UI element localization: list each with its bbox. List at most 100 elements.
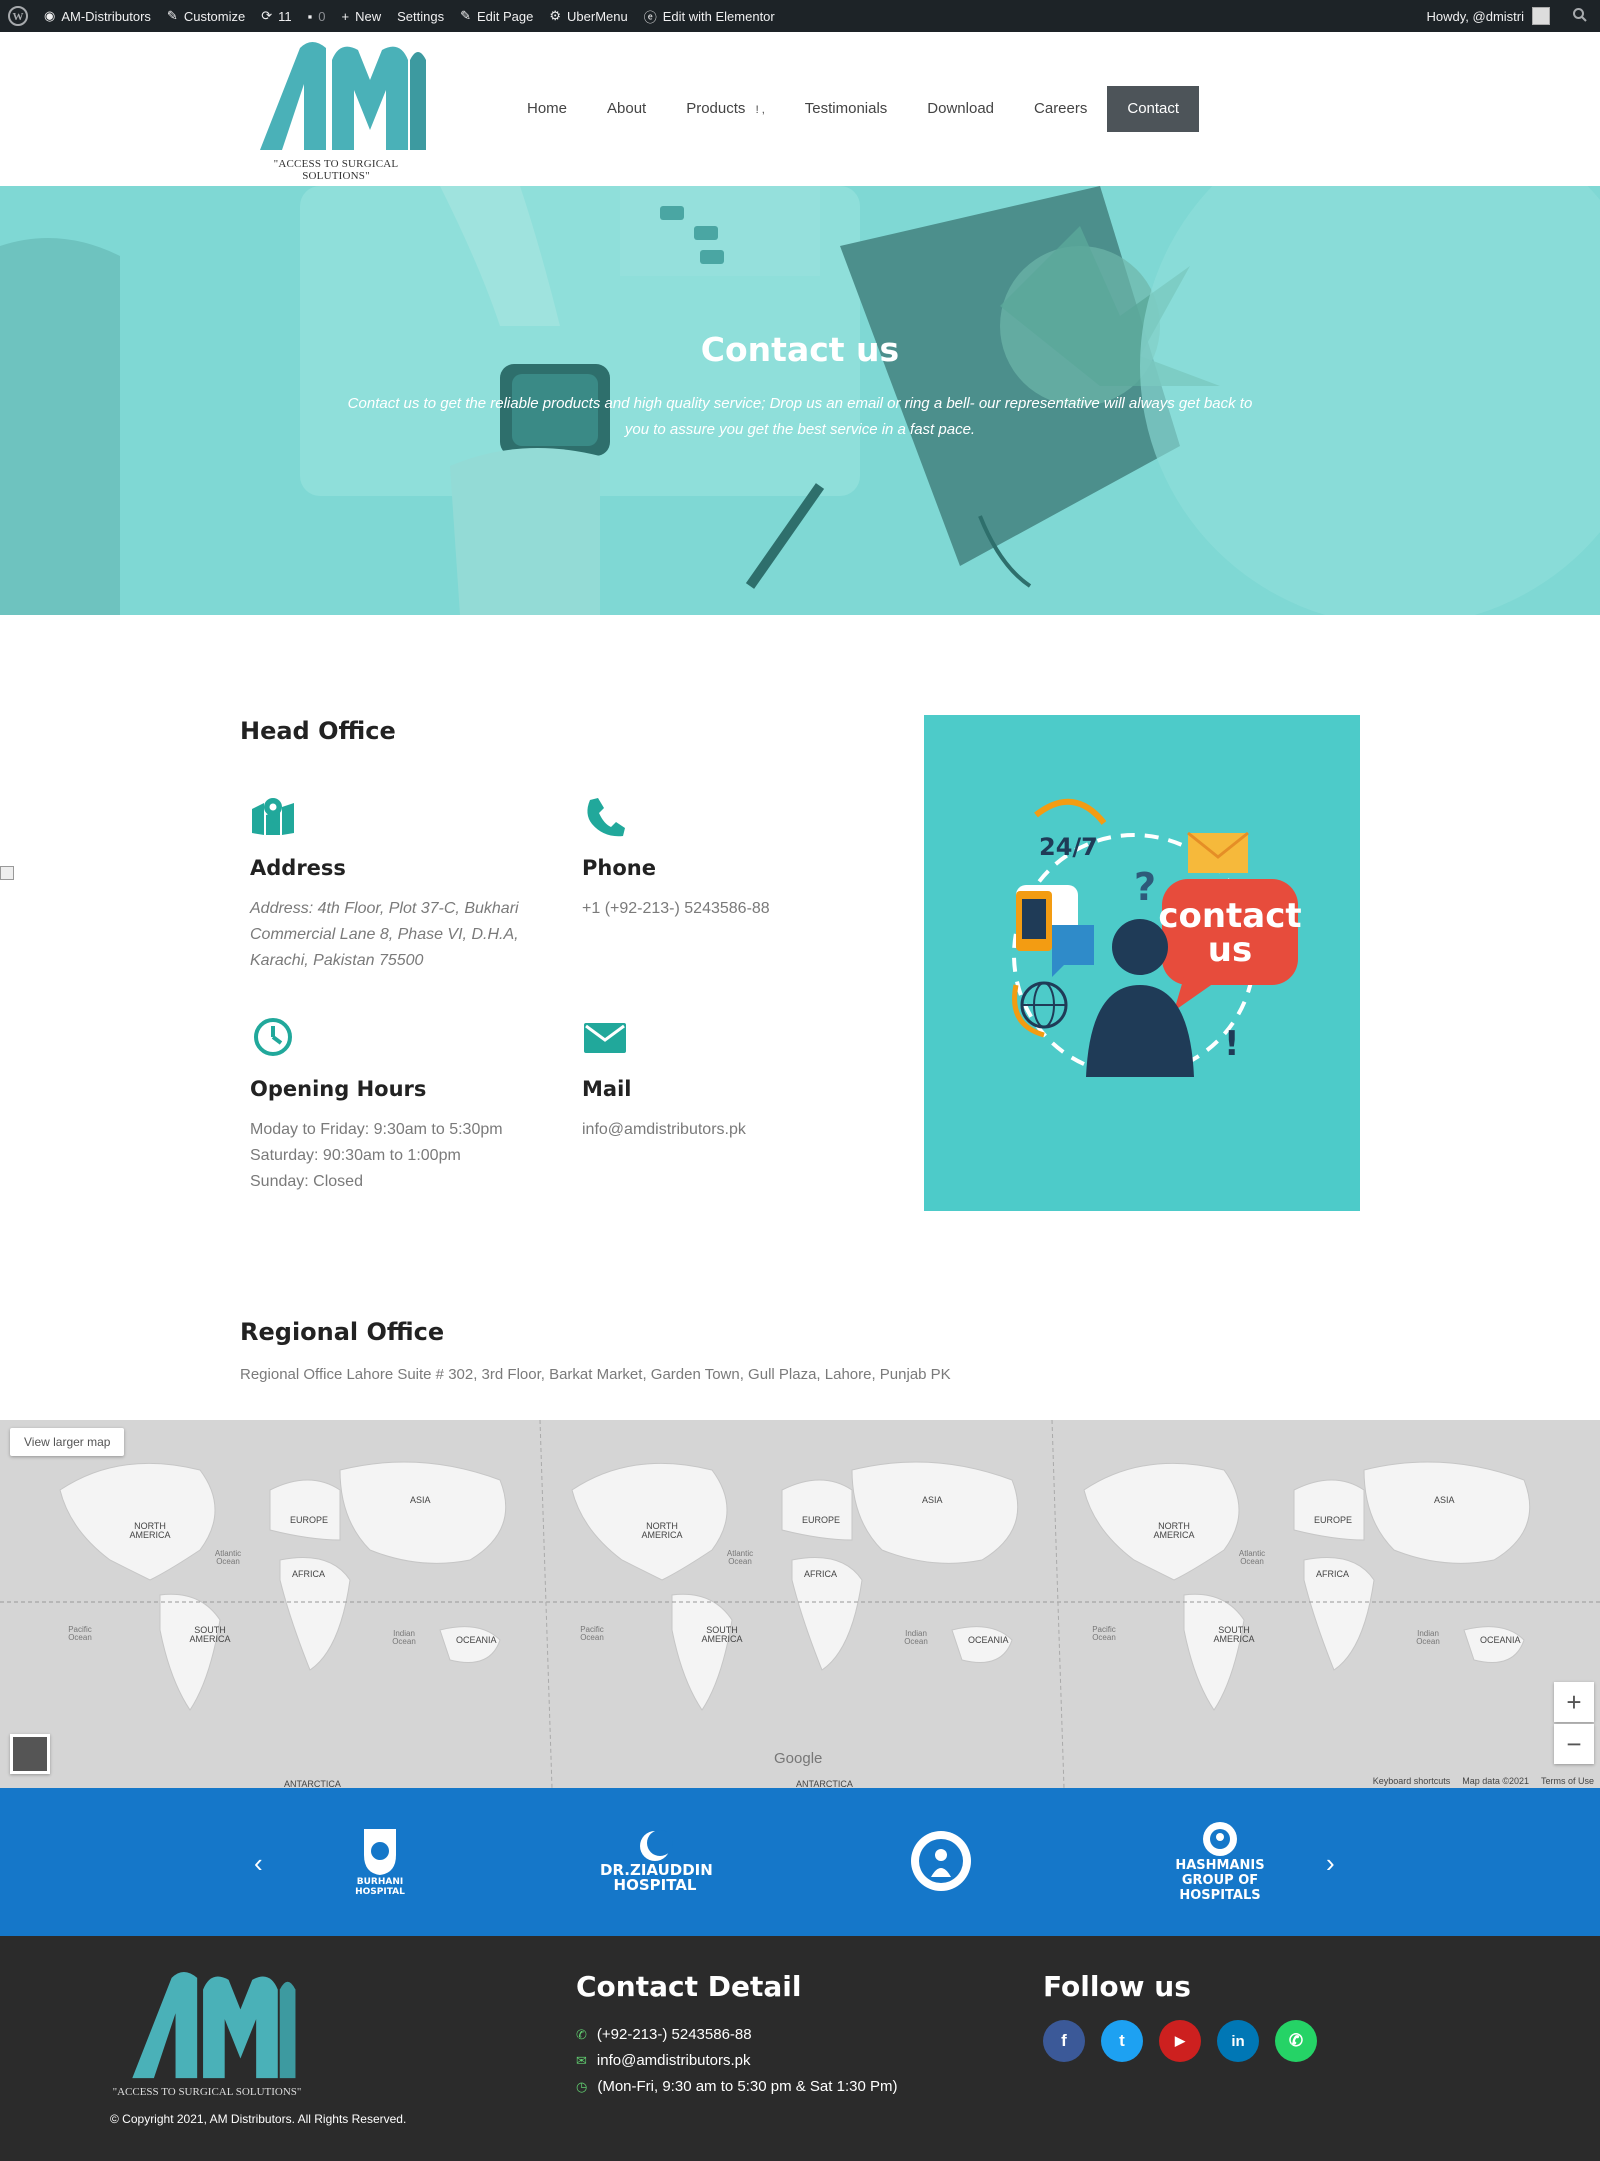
- page-title: Contact us: [700, 330, 900, 369]
- regional-office-title: Regional Office: [240, 1318, 445, 1346]
- footer-hours: ◷ (Mon-Fri, 9:30 am to 5:30 pm & Sat 1:3…: [576, 2078, 897, 2095]
- admin-settings[interactable]: Settings: [389, 0, 452, 32]
- partner-name-burhani: BURHANI HOSPITAL: [355, 1877, 405, 1897]
- contact-us-illustration: 24/7 ? ! contact us !: [924, 715, 1360, 1211]
- footer-email[interactable]: ✉ info@amdistributors.pk: [576, 2052, 751, 2069]
- google-map[interactable]: View larger map NORTH AMERICA EUROPE ASI…: [0, 1420, 1600, 1788]
- facebook-icon[interactable]: f: [1043, 2020, 1085, 2062]
- admin-site-name[interactable]: ◉ AM-Distributors: [36, 0, 159, 32]
- zoom-out-button[interactable]: −: [1554, 1724, 1594, 1764]
- howdy-label: Howdy, @dmistri: [1426, 8, 1524, 24]
- nav-products[interactable]: Products ǃ ,: [666, 86, 785, 132]
- map-footer: Keyboard shortcuts Map data ©2021 Terms …: [1373, 1776, 1594, 1786]
- hero-banner: Contact us Contact us to get the reliabl…: [0, 186, 1600, 615]
- svg-text:!: !: [1224, 1024, 1240, 1064]
- map-label-atlantic: Atlantic Ocean: [1238, 1549, 1266, 1566]
- map-label-north-america: NORTH AMERICA: [641, 1521, 683, 1540]
- svg-text:W: W: [13, 11, 24, 23]
- map-label-north-america: NORTH AMERICA: [1153, 1521, 1195, 1540]
- admin-elementor[interactable]: ⓔ Edit with Elementor: [636, 0, 783, 32]
- address-title: Address: [250, 856, 346, 880]
- admin-updates[interactable]: ⟳ 11: [253, 0, 299, 32]
- map-label-south-america: SOUTH AMERICA: [701, 1625, 743, 1644]
- map-label-south-america: SOUTH AMERICA: [189, 1625, 231, 1644]
- satellite-toggle[interactable]: [10, 1734, 50, 1774]
- cogs-icon: ⚙: [549, 8, 562, 23]
- logo-tagline: "ACCESS TO SURGICAL SOLUTIONS": [273, 158, 399, 182]
- ubermenu-label: UberMenu: [567, 8, 628, 24]
- map-label-europe: EUROPE: [1314, 1515, 1353, 1525]
- admin-new[interactable]: + New: [334, 0, 390, 32]
- whatsapp-icon[interactable]: ✆: [1275, 2020, 1317, 2062]
- view-larger-map-button[interactable]: View larger map: [10, 1428, 125, 1456]
- am-logo-icon: [132, 1971, 296, 2079]
- map-label-africa: AFRICA: [292, 1569, 326, 1579]
- keyboard-shortcuts-link[interactable]: Keyboard shortcuts: [1373, 1776, 1451, 1786]
- carousel-next-arrow[interactable]: ›: [1326, 1848, 1335, 1879]
- site-header: "ACCESS TO SURGICAL SOLUTIONS" Home Abou…: [0, 32, 1600, 186]
- twitter-icon[interactable]: t: [1101, 2020, 1143, 2062]
- site-name-label: AM-Distributors: [61, 8, 151, 24]
- map-label-atlantic: Atlantic Ocean: [726, 1549, 754, 1566]
- nav-careers[interactable]: Careers: [1014, 86, 1107, 132]
- elementor-icon: ⓔ: [643, 9, 657, 25]
- nav-home[interactable]: Home: [507, 86, 587, 132]
- footer-hours-text: (Mon-Fri, 9:30 am to 5:30 pm & Sat 1:30 …: [597, 2078, 898, 2095]
- map-label-asia: ASIA: [1434, 1495, 1455, 1505]
- youtube-icon[interactable]: ▶: [1159, 2020, 1201, 2062]
- partner-logo-fatima[interactable]: [896, 1816, 986, 1906]
- footer-logo-tagline: "ACCESS TO SURGICAL SOLUTIONS": [112, 2086, 302, 2098]
- nav-download[interactable]: Download: [907, 86, 1014, 132]
- envelope-icon: ✉: [576, 2052, 587, 2068]
- card-us-text: us: [1208, 930, 1252, 970]
- regional-office-text: Regional Office Lahore Suite # 302, 3rd …: [240, 1366, 951, 1383]
- map-label-europe: EUROPE: [802, 1515, 841, 1525]
- linkedin-icon[interactable]: in: [1217, 2020, 1259, 2062]
- phone-text: +1 (+92-213-) 5243586-88: [582, 900, 770, 917]
- opening-hours-title: Opening Hours: [250, 1077, 427, 1101]
- partner-logo-hashmanis[interactable]: HASHMANIS GROUP OF HOSPITALS: [1160, 1816, 1280, 1906]
- nav-testimonials[interactable]: Testimonials: [785, 86, 908, 132]
- partner-logo-ziauddin[interactable]: DR.ZIAUDDIN HOSPITAL: [580, 1816, 730, 1906]
- comments-count: 0: [318, 8, 326, 24]
- mail-text[interactable]: info@amdistributors.pk: [582, 1117, 746, 1143]
- footer-logo[interactable]: "ACCESS TO SURGICAL SOLUTIONS": [112, 1970, 302, 2100]
- admin-comments[interactable]: ▪ 0: [300, 0, 334, 32]
- admin-ubermenu[interactable]: ⚙ UberMenu: [541, 0, 635, 32]
- update-icon: ⟳: [261, 8, 273, 23]
- map-label-antarctica: ANTARCTICA: [796, 1779, 853, 1789]
- map-label-atlantic: Atlantic Ocean: [214, 1549, 242, 1566]
- person-icon: [1112, 919, 1168, 975]
- map-data-label: Map data ©2021: [1462, 1776, 1529, 1786]
- crescent-icon: [640, 1830, 673, 1861]
- footer-email-text: info@amdistributors.pk: [596, 2052, 751, 2069]
- partner-logo-burhani[interactable]: BURHANI HOSPITAL: [340, 1816, 420, 1906]
- terms-link[interactable]: Terms of Use: [1541, 1776, 1594, 1786]
- zoom-in-button[interactable]: +: [1554, 1682, 1594, 1722]
- google-logo: Google: [774, 1750, 823, 1767]
- map-pin-icon: [250, 797, 296, 842]
- map-label-indian: Indian Ocean: [392, 1629, 416, 1646]
- map-label-indian: Indian Ocean: [1416, 1629, 1440, 1646]
- map-label-indian: Indian Ocean: [904, 1629, 928, 1646]
- edit-page-label: Edit Page: [477, 8, 534, 24]
- wordpress-logo-icon[interactable]: W: [0, 0, 36, 32]
- admin-account[interactable]: Howdy, @dmistri: [1427, 7, 1600, 26]
- carousel-prev-arrow[interactable]: ‹: [254, 1848, 263, 1879]
- hero-subtitle: Contact us to get the reliable products …: [347, 395, 1253, 438]
- map-label-africa: AFRICA: [1316, 1569, 1350, 1579]
- nav-about[interactable]: About: [587, 86, 666, 132]
- admin-customize[interactable]: ✎ Customize: [159, 0, 253, 32]
- clock-icon: ◷: [576, 2078, 588, 2094]
- site-logo[interactable]: "ACCESS TO SURGICAL SOLUTIONS": [240, 40, 432, 182]
- footer-phone[interactable]: ✆ (+92-213-) 5243586-88: [576, 2026, 752, 2043]
- fatima-memorial-emblem-icon: [911, 1831, 971, 1891]
- pencil-icon: ✎: [460, 8, 471, 23]
- map-label-pacific: Pacific Ocean: [68, 1625, 92, 1642]
- envelope-icon: [584, 1023, 626, 1058]
- map-label-antarctica: ANTARCTICA: [284, 1779, 341, 1789]
- nav-contact[interactable]: Contact: [1107, 86, 1200, 132]
- admin-edit-page[interactable]: ✎ Edit Page: [452, 0, 541, 32]
- am-logo-icon: [260, 42, 426, 150]
- search-icon[interactable]: [1572, 7, 1588, 26]
